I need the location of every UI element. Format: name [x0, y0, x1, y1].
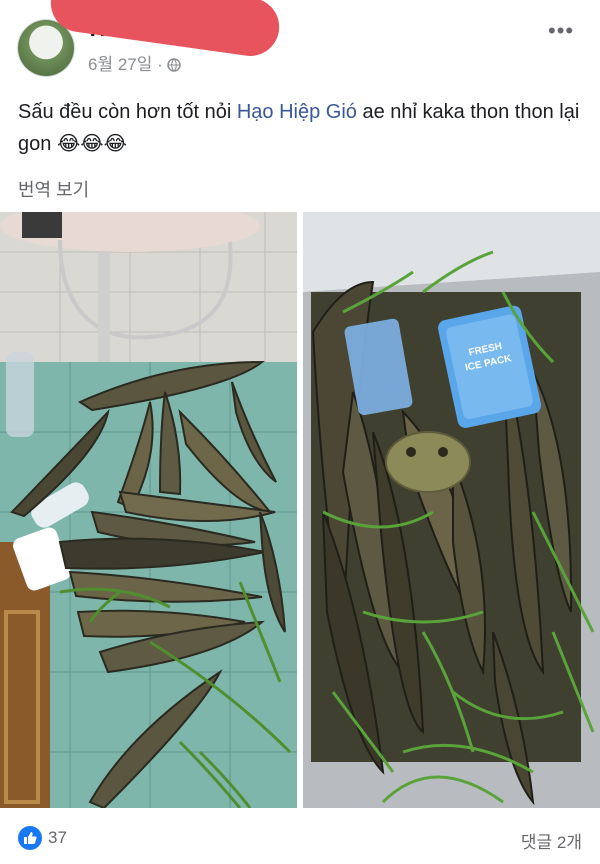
see-translation-link[interactable]: 번역 보기: [18, 176, 89, 202]
caption-text-1: Sấu đều còn hơn tốt nỏi: [18, 101, 237, 123]
post-date[interactable]: 6월 27일 ·: [88, 50, 182, 75]
post-footer: 37 댓글 2개: [0, 820, 600, 860]
more-options-button[interactable]: •••: [548, 18, 574, 44]
tagged-user-link[interactable]: Hạo Hiệp Gió: [237, 101, 357, 123]
photo-fish-on-floor[interactable]: [0, 212, 297, 808]
post-caption: Sấu đều còn hơn tốt nỏi Hạo Hiệp Gió ae …: [18, 96, 583, 160]
post-header: TI 6월 27일 · •••: [0, 0, 600, 80]
post-date-text: 6월 27일 ·: [88, 55, 168, 74]
comment-count[interactable]: 댓글 2개: [521, 828, 582, 853]
like-count[interactable]: 37: [48, 828, 67, 848]
laughing-emojis: 😂😂😂: [56, 133, 128, 155]
privacy-icon: [167, 55, 182, 74]
like-reaction-icon[interactable]: [18, 826, 42, 850]
photo-fish-in-box[interactable]: FRESH ICE PACK: [303, 212, 600, 808]
